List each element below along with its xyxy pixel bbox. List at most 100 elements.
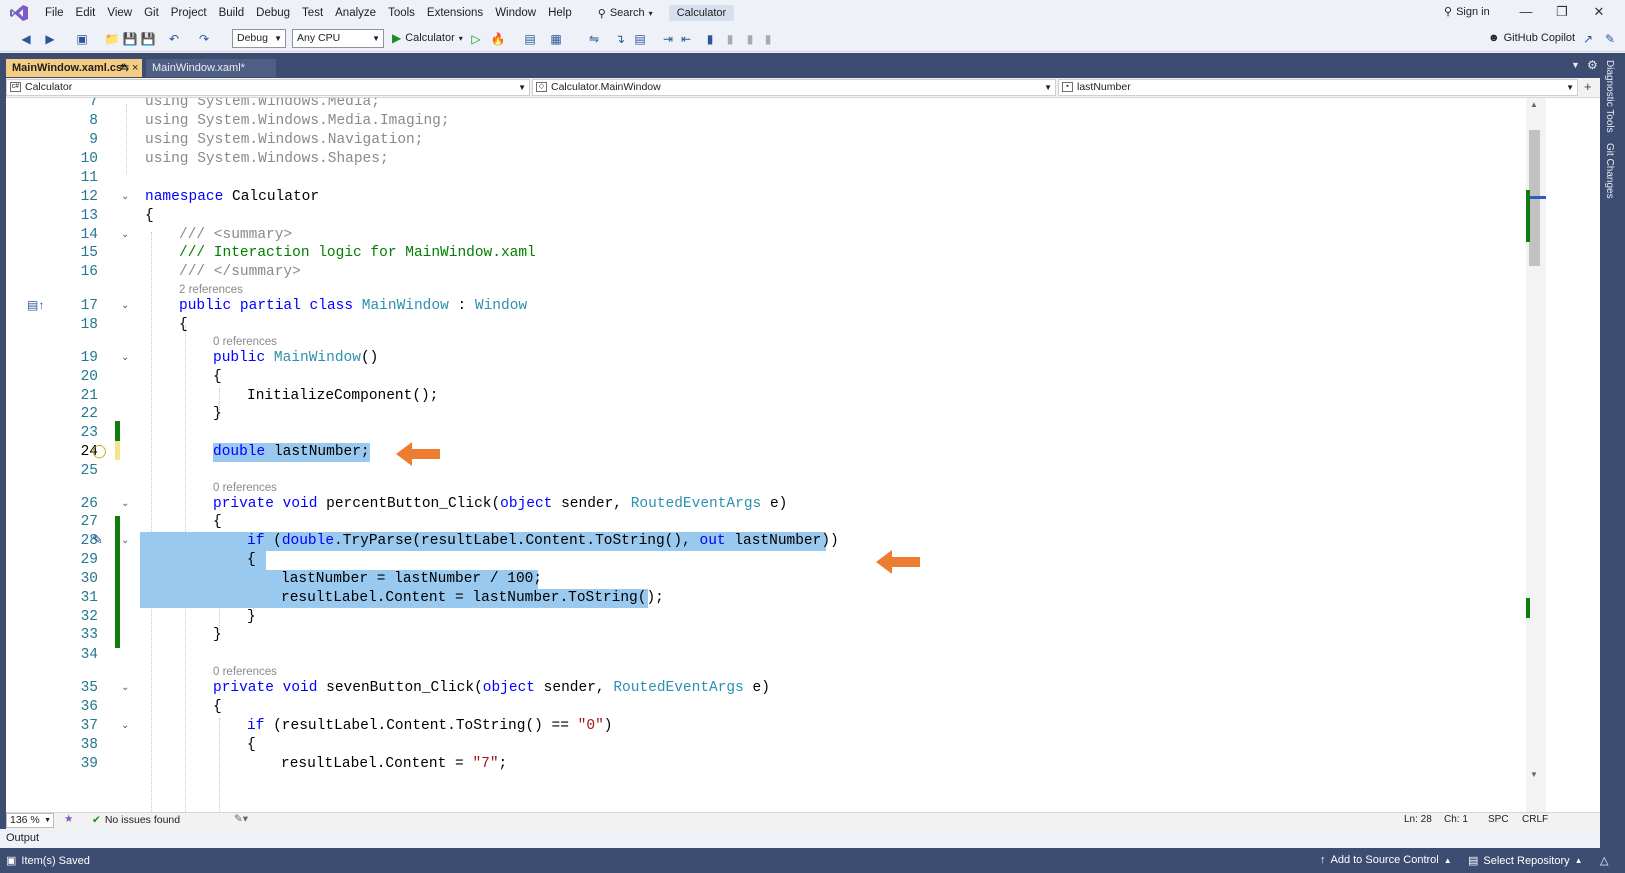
select-repository-button[interactable]: ▤ Select Repository ▲ xyxy=(1468,854,1583,868)
menu-build[interactable]: Build xyxy=(213,2,251,24)
line-indicator[interactable]: Ln: 28 xyxy=(1404,814,1432,825)
code-line: 9 using System.Windows.Navigation; xyxy=(6,131,1586,150)
menu-test[interactable]: Test xyxy=(296,2,329,24)
git-changes-tab[interactable]: Git Changes xyxy=(1604,143,1615,199)
visual-studio-logo-icon[interactable] xyxy=(9,4,29,22)
github-copilot-button[interactable]: ☻ GitHub Copilot xyxy=(1488,32,1575,44)
start-debugging-button[interactable]: ▶ Calculator ▾ xyxy=(392,31,463,45)
open-folder-icon[interactable]: 📁 xyxy=(104,31,120,47)
menu-file[interactable]: File xyxy=(39,2,70,24)
prev-bookmark-icon[interactable]: ▮ xyxy=(722,31,738,47)
code-line: 39 resultLabel.Content = "7"; xyxy=(6,755,1586,774)
add-to-source-control-button[interactable]: ↑ Add to Source Control ▲ xyxy=(1320,854,1452,866)
menu-tools[interactable]: Tools xyxy=(382,2,421,24)
save-all-icon[interactable]: 💾 xyxy=(140,31,156,47)
menu-git[interactable]: Git xyxy=(138,2,165,24)
restore-button[interactable]: ❐ xyxy=(1547,4,1577,22)
sign-in-button[interactable]: ⚲ Sign in xyxy=(1444,5,1490,19)
close-icon[interactable]: × xyxy=(132,59,138,77)
diagnostic-tools-tab[interactable]: Diagnostic Tools xyxy=(1604,60,1615,133)
bookmark-icon[interactable]: ▮ xyxy=(702,31,718,47)
split-editor-icon[interactable]: + xyxy=(1584,79,1592,94)
code-rest: percentButton_Click( xyxy=(317,496,501,512)
copilot-icon: ☻ xyxy=(1488,32,1500,44)
line-ending-indicator[interactable]: CRLF xyxy=(1522,814,1548,825)
codelens-references[interactable]: 0 references xyxy=(213,335,277,349)
fold-chevron-icon[interactable]: ⌄ xyxy=(121,191,129,202)
start-without-debugging-icon[interactable]: ▷ xyxy=(468,31,484,47)
code-editor[interactable]: 7 using System.Windows.Media; 8 using Sy… xyxy=(6,98,1600,812)
menu-extensions[interactable]: Extensions xyxy=(421,2,489,24)
fold-chevron-icon[interactable]: ⌄ xyxy=(121,720,129,731)
line-number: 9 xyxy=(89,132,98,148)
output-label: Output xyxy=(6,832,40,844)
health-icon[interactable]: ★ xyxy=(64,813,73,825)
notifications-bell-icon[interactable]: △ xyxy=(1600,854,1608,867)
step-icon[interactable]: ↴ xyxy=(612,31,628,47)
filter-icon[interactable]: ⇋ xyxy=(586,31,602,47)
project-icon: c# xyxy=(10,82,21,92)
comment-icon[interactable]: ▤ xyxy=(632,31,648,47)
class-diagram-icon[interactable]: ▤↑ xyxy=(27,298,44,312)
code-cleanup-icon[interactable]: ✎▾ xyxy=(234,813,248,825)
pin-icon[interactable]: ⇆ xyxy=(120,59,129,77)
undo-icon[interactable]: ↶ xyxy=(166,31,182,47)
codelens-references[interactable]: 0 references xyxy=(213,665,277,679)
lightbulb-icon[interactable]: ◯ xyxy=(92,443,107,459)
browse-icon[interactable]: ▤ xyxy=(522,31,538,47)
menu-help[interactable]: Help xyxy=(542,2,578,24)
menu-view[interactable]: View xyxy=(101,2,138,24)
layout-icon[interactable]: ▦ xyxy=(548,31,564,47)
new-project-icon[interactable]: ▣ xyxy=(74,31,90,47)
fold-chevron-icon[interactable]: ⌄ xyxy=(121,498,129,509)
hot-reload-icon[interactable]: 🔥 xyxy=(490,31,506,47)
menu-debug[interactable]: Debug xyxy=(250,2,296,24)
clear-bookmarks-icon[interactable]: ▮ xyxy=(760,31,776,47)
member-dropdown[interactable]: ▪ lastNumber ▼ xyxy=(1058,79,1578,96)
close-button[interactable]: ✕ xyxy=(1584,4,1614,22)
line-number: 38 xyxy=(80,737,98,753)
configuration-select[interactable]: Debug ▼ xyxy=(232,29,286,48)
redo-icon[interactable]: ↷ xyxy=(196,31,212,47)
platform-select[interactable]: Any CPU ▼ xyxy=(292,29,384,48)
chevron-down-icon: ▼ xyxy=(518,83,526,92)
fold-chevron-icon[interactable]: ⌄ xyxy=(121,229,129,240)
tab-overflow-icon[interactable]: ▼ xyxy=(1571,60,1580,70)
line-number: 15 xyxy=(80,245,98,261)
forward-icon[interactable]: ▶ xyxy=(42,31,58,47)
fold-chevron-icon[interactable]: ⌄ xyxy=(121,352,129,363)
menu-project[interactable]: Project xyxy=(165,2,213,24)
back-icon[interactable]: ◀ xyxy=(18,31,34,47)
column-indicator[interactable]: Ch: 1 xyxy=(1444,814,1468,825)
outdent-icon[interactable]: ⇤ xyxy=(678,31,694,47)
scroll-up-icon[interactable]: ▲ xyxy=(1530,100,1538,109)
fold-chevron-icon[interactable]: ⌄ xyxy=(121,300,129,311)
zoom-select[interactable]: 136 % ▼ xyxy=(6,813,54,828)
codelens-references[interactable]: 2 references xyxy=(179,283,243,297)
tab-mainwindow-xaml-cs[interactable]: MainWindow.xaml.cs* ⇆ × xyxy=(6,59,142,77)
fold-chevron-icon[interactable]: ⌄ xyxy=(121,535,129,546)
indent-icon[interactable]: ⇥ xyxy=(660,31,676,47)
whitespace-indicator[interactable]: SPC xyxy=(1488,814,1509,825)
minimize-button[interactable]: — xyxy=(1511,4,1541,22)
issues-indicator[interactable]: ✔ No issues found xyxy=(92,814,180,826)
keyword: out xyxy=(699,533,726,549)
search-button[interactable]: ⚲ Search ▾ xyxy=(590,3,661,23)
codelens-references[interactable]: 0 references xyxy=(213,481,277,495)
menu-edit[interactable]: Edit xyxy=(70,2,102,24)
share-icon[interactable]: ↗ xyxy=(1580,31,1596,47)
settings-gear-icon[interactable]: ⚙ xyxy=(1587,58,1598,72)
menu-analyze[interactable]: Analyze xyxy=(329,2,382,24)
save-icon[interactable]: 💾 xyxy=(122,31,138,47)
quick-actions-brush-icon[interactable]: ✎ xyxy=(92,532,103,548)
type-dropdown[interactable]: ◇ Calculator.MainWindow ▼ xyxy=(532,79,1056,96)
tab-mainwindow-xaml[interactable]: MainWindow.xaml* xyxy=(146,59,276,77)
type-value: Calculator.MainWindow xyxy=(551,81,661,93)
project-dropdown[interactable]: c# Calculator ▼ xyxy=(6,79,530,96)
next-bookmark-icon[interactable]: ▮ xyxy=(742,31,758,47)
fold-chevron-icon[interactable]: ⌄ xyxy=(121,682,129,693)
feedback-icon[interactable]: ✎ xyxy=(1602,31,1618,47)
output-tool-window-tab[interactable]: Output xyxy=(0,829,1600,848)
menu-window[interactable]: Window xyxy=(489,2,542,24)
scroll-down-icon[interactable]: ▼ xyxy=(1530,770,1538,779)
